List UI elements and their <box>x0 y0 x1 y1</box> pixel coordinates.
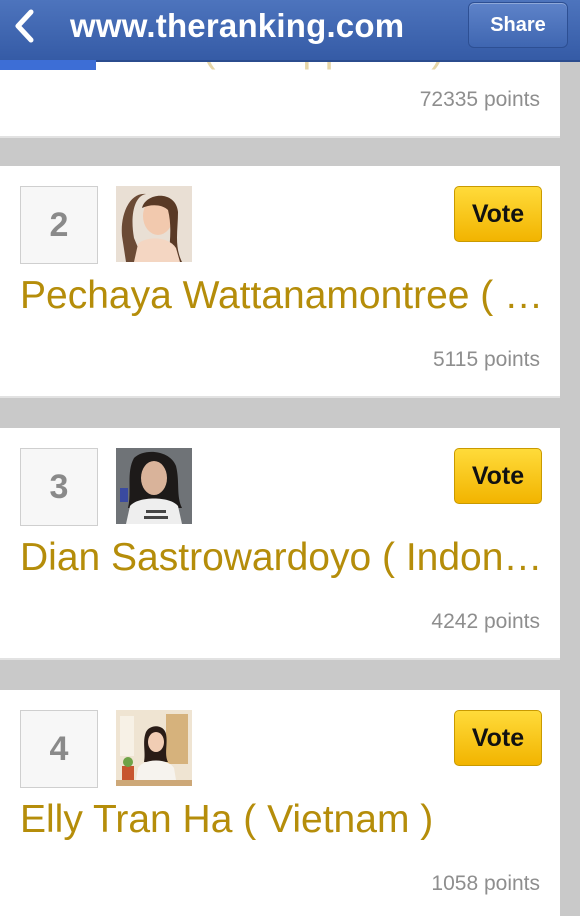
vote-button[interactable]: Vote <box>454 448 542 504</box>
load-progress-bar <box>0 60 96 70</box>
share-button[interactable]: Share <box>468 2 568 48</box>
entry-points: 4242 points <box>431 610 540 633</box>
navigation-bar: www.theranking.com Share <box>0 0 580 62</box>
avatar[interactable] <box>116 448 192 524</box>
entry-name[interactable]: Elly Tran Ha ( Vietnam ) <box>20 798 560 842</box>
entry-points: 1058 points <box>431 872 540 895</box>
avatar[interactable] <box>116 186 192 262</box>
rank-badge: 3 <box>20 448 98 526</box>
entry-name[interactable]: Pechaya Wattanamontree ( … <box>20 274 560 318</box>
rank-badge: 4 <box>20 710 98 788</box>
avatar[interactable] <box>116 710 192 786</box>
entry-name[interactable]: Dian Sastrowardoyo ( Indon… <box>20 536 560 580</box>
rank-badge: 2 <box>20 186 98 264</box>
ranking-card: 4 Vote Elly Tran Ha ( Vietnam ) 1058 poi… <box>0 690 560 916</box>
back-button[interactable] <box>4 4 44 48</box>
ranking-card: 2 Vote Pechaya Wattanamontree ( … 5115 p… <box>0 166 560 398</box>
chevron-left-icon <box>15 9 34 43</box>
vote-button[interactable]: Vote <box>454 186 542 242</box>
vote-button[interactable]: Vote <box>454 710 542 766</box>
page-url: www.theranking.com <box>70 7 405 44</box>
entry-points: 5115 points <box>432 348 540 371</box>
entry-points: 72335 points <box>419 88 540 111</box>
ranking-card: 3 Vote Dian Sastrowardoyo ( Indon… 4242 … <box>0 428 560 660</box>
